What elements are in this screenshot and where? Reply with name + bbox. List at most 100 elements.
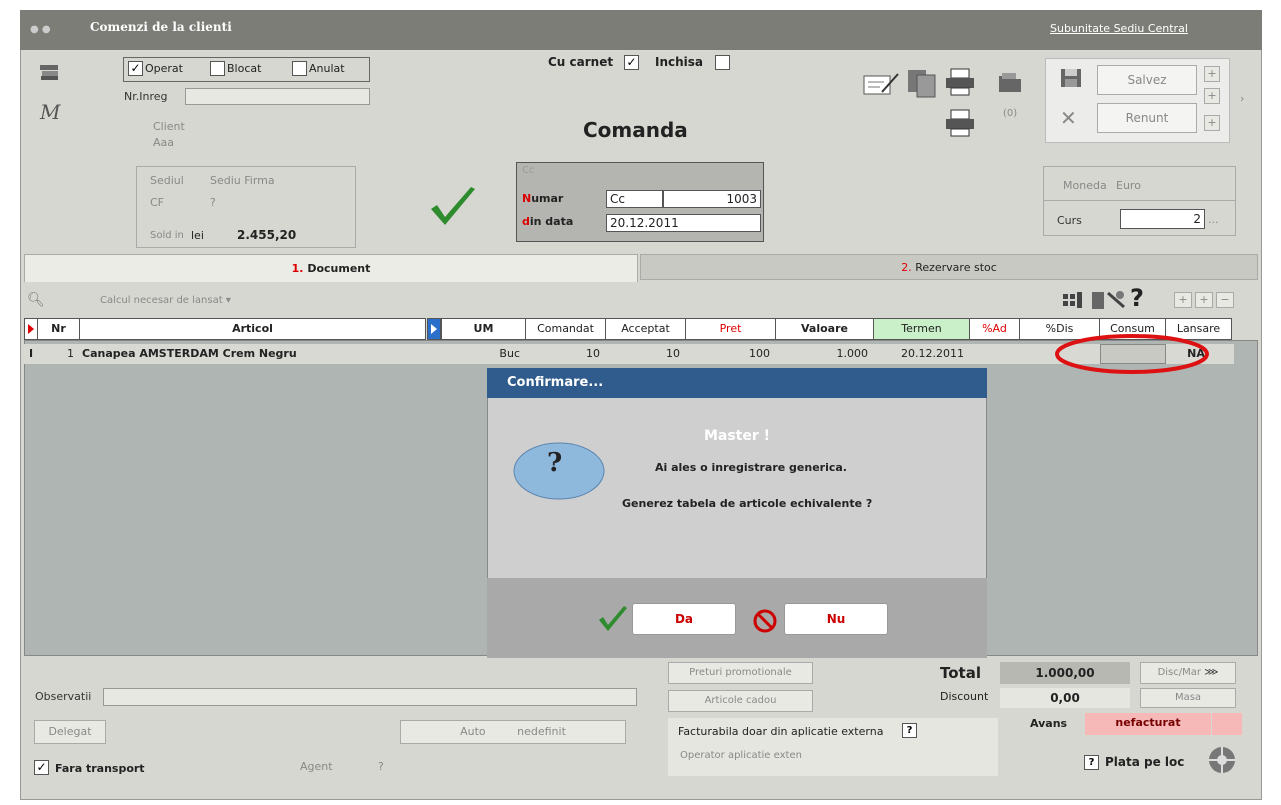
grid-add-icon[interactable]: + bbox=[1174, 292, 1192, 308]
valid-check-icon bbox=[428, 185, 478, 230]
copy-icon[interactable] bbox=[905, 68, 939, 98]
tab-document-num: 1. bbox=[291, 262, 304, 275]
row-edit-icon: I bbox=[28, 347, 34, 360]
cc-label: Cc bbox=[522, 165, 535, 176]
agent-label: Agent bbox=[300, 760, 333, 773]
sold-label: Sold in bbox=[150, 230, 184, 241]
no-button[interactable]: Nu bbox=[784, 603, 888, 635]
cell-pret[interactable]: 100 bbox=[686, 344, 776, 364]
discount-value: 0,00 bbox=[1000, 688, 1130, 708]
records-icon[interactable] bbox=[38, 62, 62, 82]
subunit-link[interactable]: Subunitate Sediu Central bbox=[1050, 22, 1188, 35]
observatii-field[interactable] bbox=[103, 688, 637, 706]
col-nr[interactable]: Nr bbox=[38, 318, 80, 340]
col-pret[interactable]: Pret bbox=[686, 318, 776, 340]
avans-extra bbox=[1212, 713, 1242, 735]
cell-comandat[interactable]: 10 bbox=[526, 344, 606, 364]
payment-icon[interactable] bbox=[1207, 745, 1237, 775]
facturabila-help[interactable]: ? bbox=[902, 723, 917, 738]
numar-label: Numar bbox=[522, 192, 563, 205]
save-disk-icon bbox=[1058, 66, 1084, 90]
auto-field[interactable]: Auto nedefinit bbox=[400, 720, 626, 744]
cell-acceptat[interactable]: 10 bbox=[606, 344, 686, 364]
yes-button[interactable]: Da bbox=[632, 603, 736, 635]
window-controls-icon[interactable]: ● ● bbox=[30, 24, 51, 35]
curs-field[interactable]: 2 bbox=[1120, 209, 1205, 229]
dialog-line1: Ai ales o inregistrare generica. bbox=[655, 461, 847, 474]
nr-inreg-field[interactable] bbox=[185, 88, 370, 105]
masa-button[interactable]: Masa bbox=[1140, 688, 1236, 708]
save-button[interactable]: Salvez bbox=[1097, 65, 1197, 95]
col-acceptat[interactable]: Acceptat bbox=[606, 318, 686, 340]
articol-lookup-icon[interactable] bbox=[427, 318, 441, 340]
curs-label: Curs bbox=[1057, 214, 1082, 227]
avans-value: nefacturat bbox=[1085, 713, 1211, 735]
anulat-checkbox[interactable]: Anulat bbox=[292, 61, 353, 76]
agent-value[interactable]: ? bbox=[378, 760, 384, 773]
inchisa-checkbox[interactable] bbox=[715, 55, 730, 70]
add-more-icon[interactable]: + bbox=[1204, 115, 1220, 131]
print-preview-icon[interactable] bbox=[944, 108, 976, 138]
date-field[interactable]: 20.12.2011 bbox=[606, 214, 761, 232]
discount-label: Discount bbox=[940, 690, 989, 703]
add-copy-icon[interactable]: + bbox=[1204, 88, 1220, 104]
grid-remove-icon[interactable]: − bbox=[1216, 292, 1234, 308]
columns-icon[interactable] bbox=[1062, 290, 1084, 310]
fara-transport-checkbox[interactable]: ✓ bbox=[34, 760, 49, 775]
cancel-button[interactable]: Renunt bbox=[1097, 103, 1197, 133]
tab-document-label: Document bbox=[307, 262, 371, 275]
number-field[interactable]: 1003 bbox=[663, 190, 761, 208]
sediul-value[interactable]: Sediu Firma bbox=[210, 174, 275, 187]
client-value[interactable]: Aaa bbox=[153, 136, 174, 149]
add-icon[interactable]: + bbox=[1204, 66, 1220, 82]
help-icon[interactable]: ? bbox=[1130, 284, 1144, 312]
master-logo-icon: M bbox=[40, 100, 61, 124]
numar-prefix: N bbox=[522, 192, 532, 205]
operat-label: Operat bbox=[145, 62, 183, 75]
col-valoare[interactable]: Valoare bbox=[776, 318, 874, 340]
chevron-down-icon: ▾ bbox=[225, 295, 231, 306]
search-icon[interactable]: 🔍︎ bbox=[27, 292, 71, 310]
tools-icon[interactable] bbox=[1090, 289, 1128, 311]
col-articol[interactable]: Articol bbox=[80, 318, 426, 340]
observatii-label: Observatii bbox=[35, 690, 92, 703]
auto-value: nedefinit bbox=[517, 725, 566, 738]
edit-form-icon[interactable] bbox=[862, 70, 902, 98]
plata-help[interactable]: ? bbox=[1084, 755, 1099, 770]
preturi-promo-button[interactable]: Preturi promotionale bbox=[668, 662, 813, 684]
blocat-checkbox[interactable]: Blocat bbox=[210, 61, 269, 76]
expand-chevron-icon[interactable]: › bbox=[1240, 92, 1244, 105]
total-label: Total bbox=[940, 664, 981, 682]
cell-um[interactable]: Buc bbox=[441, 344, 526, 364]
calc-necesar-label: Calcul necesar de lansat bbox=[100, 295, 223, 306]
cell-articol[interactable]: Canapea AMSTERDAM Crem Negru bbox=[82, 344, 452, 364]
no-prohibited-icon bbox=[752, 608, 778, 634]
dialog-title: Confirmare... bbox=[487, 368, 987, 398]
tab-document[interactable]: 1. Document bbox=[24, 254, 638, 282]
disc-mar-button[interactable]: Disc/Mar ⋙ bbox=[1140, 662, 1236, 684]
print-icon[interactable] bbox=[944, 67, 976, 97]
numar-label-text: umar bbox=[531, 192, 564, 205]
series-field[interactable]: Cc bbox=[606, 190, 663, 208]
col-pad[interactable]: %Ad bbox=[970, 318, 1020, 340]
moneda-value[interactable]: Euro bbox=[1116, 179, 1141, 192]
data-prefix: d bbox=[522, 215, 530, 228]
calc-necesar-dropdown[interactable]: Calcul necesar de lansat ▾ bbox=[100, 295, 231, 306]
attachments-folder-icon[interactable] bbox=[997, 70, 1025, 94]
tab-rezervare-stoc[interactable]: 2. Rezervare stoc bbox=[640, 254, 1258, 280]
collapse-icon: ⋙ bbox=[1204, 667, 1219, 678]
operat-checkbox[interactable]: ✓ Operat bbox=[128, 61, 191, 76]
col-comandat[interactable]: Comandat bbox=[526, 318, 606, 340]
delegat-button[interactable]: Delegat bbox=[34, 720, 106, 744]
cu-carnet-checkbox[interactable]: ✓ bbox=[624, 55, 639, 70]
window-title: Comenzi de la clienti bbox=[90, 20, 232, 34]
grid-add-copy-icon[interactable]: + bbox=[1195, 292, 1213, 308]
dialog-line2: Generez tabela de articole echivalente ? bbox=[622, 497, 873, 510]
articole-cadou-button[interactable]: Articole cadou bbox=[668, 690, 813, 712]
col-um[interactable]: UM bbox=[441, 318, 526, 340]
sold-value: 2.455,20 bbox=[237, 228, 297, 242]
cell-termen[interactable]: 20.12.2011 bbox=[874, 344, 970, 364]
col-termen[interactable]: Termen bbox=[874, 318, 970, 340]
cf-value: ? bbox=[210, 196, 216, 209]
curs-more[interactable]: ... bbox=[1208, 213, 1219, 226]
